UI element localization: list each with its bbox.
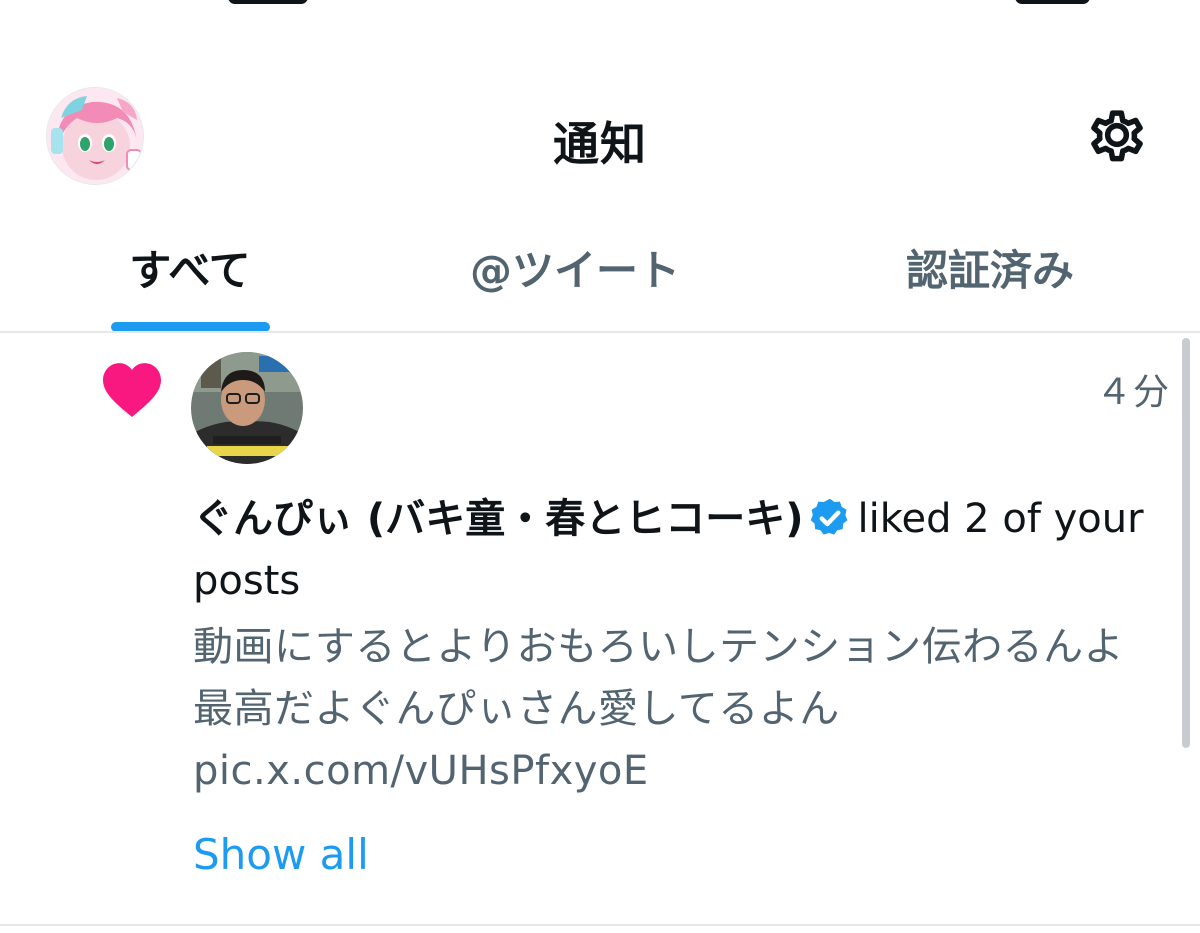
actor-avatar[interactable] (191, 352, 303, 464)
page-title: 通知 (553, 117, 647, 171)
tab-mentions[interactable]: @ツイート (420, 210, 730, 332)
actor-photo-icon (191, 352, 303, 464)
tab-all-label: すべて (129, 245, 251, 295)
actor-name[interactable]: ぐんぴぃ (バキ童・春とヒコーキ) (193, 496, 804, 542)
scrollbar[interactable] (1182, 338, 1190, 748)
show-all-link[interactable]: Show all (193, 830, 369, 879)
post-preview-text: 動画にするとよりおもろいしテンション伝わるんよ最高だよぐんぴぃさん愛してるよん … (193, 624, 1125, 794)
notification-text: ぐんぴぃ (バキ童・春とヒコーキ) liked 2 of your posts (193, 488, 1153, 612)
notification-timestamp: ４分 (1095, 372, 1170, 413)
tab-mentions-label: @ツイート (469, 245, 680, 295)
verified-badge-icon (810, 498, 847, 535)
tab-verified-label: 認証済み (905, 245, 1074, 295)
header: 通知 (0, 0, 1200, 210)
settings-button[interactable] (1082, 100, 1152, 170)
heart-icon (103, 363, 161, 417)
tab-all[interactable]: すべて (60, 210, 320, 332)
notification-divider (0, 924, 1200, 926)
notification-tabs: すべて @ツイート 認証済み (0, 210, 1200, 332)
gear-icon (1091, 110, 1143, 162)
tab-verified[interactable]: 認証済み (860, 210, 1120, 332)
